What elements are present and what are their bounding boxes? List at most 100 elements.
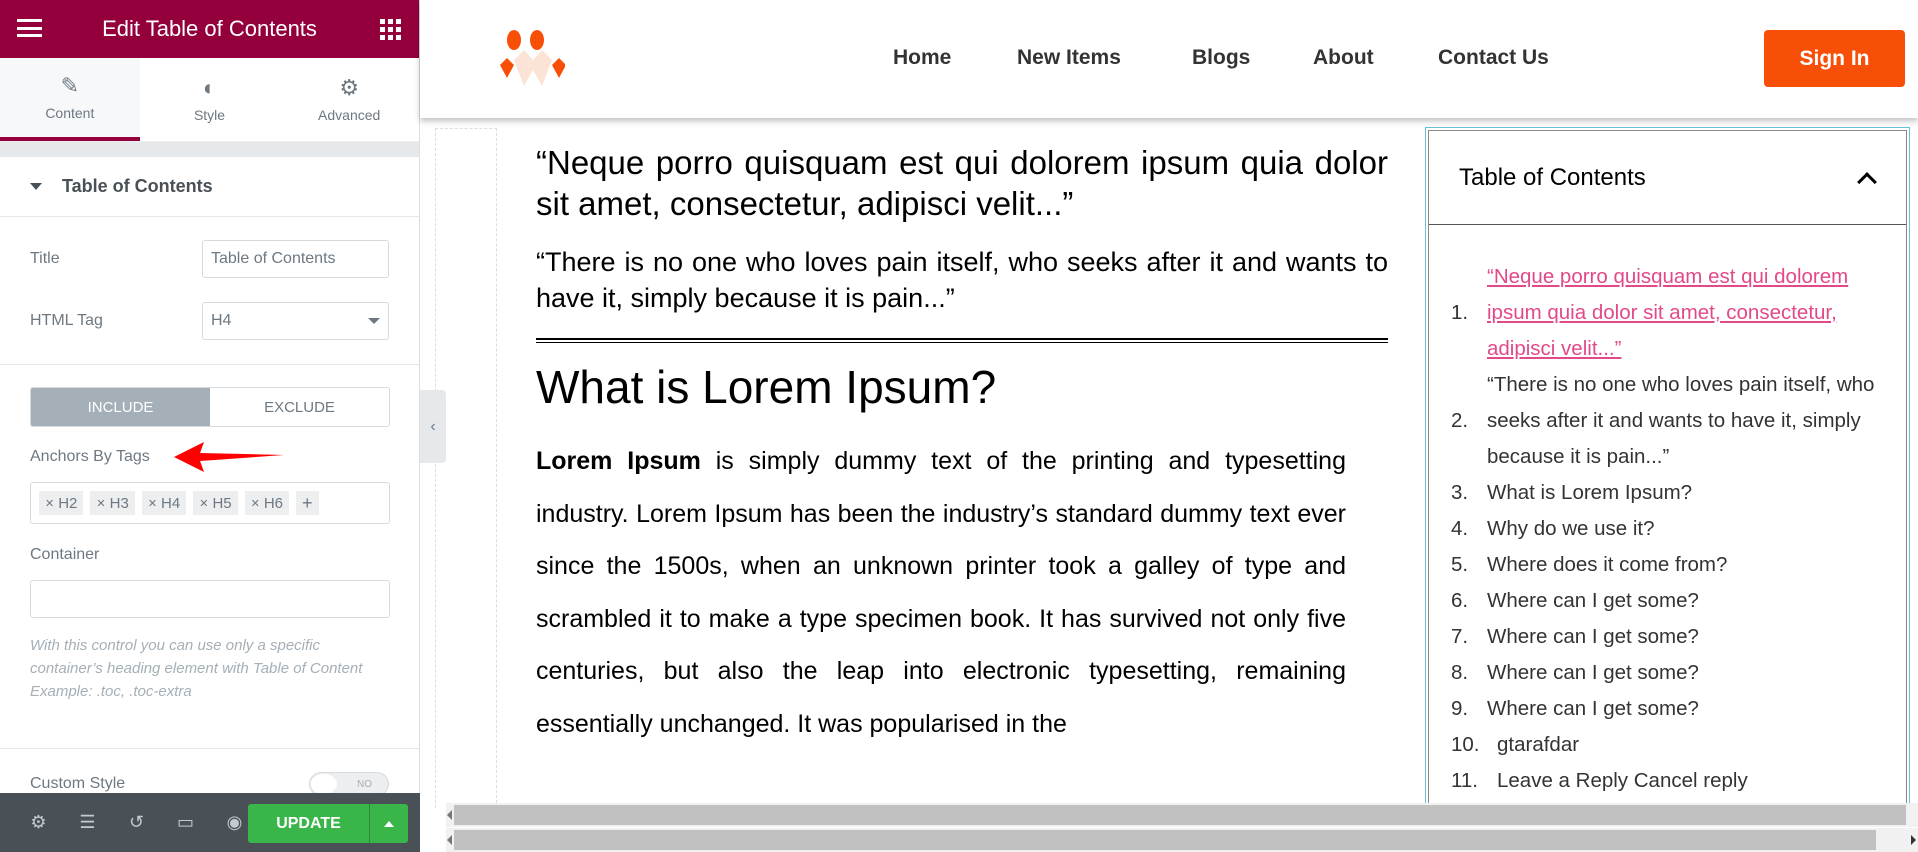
quote-subheading: “There is no one who loves pain itself, … — [536, 247, 1388, 313]
toc-item-number: 8. — [1451, 661, 1469, 684]
column-outline — [435, 128, 497, 808]
exclude-button[interactable]: EXCLUDE — [210, 388, 389, 426]
bold-term: Lorem Ipsum — [536, 447, 701, 475]
remove-icon[interactable]: ✕ — [45, 497, 54, 510]
tag-chip[interactable]: ✕ H5 — [193, 491, 238, 515]
toc-item[interactable]: 4. Why do we use it? — [1451, 511, 1906, 547]
panel-title: Edit Table of Contents — [102, 16, 317, 41]
toc-item[interactable]: 8. Where can I get some? — [1451, 655, 1906, 691]
toc-item[interactable]: 5. Where does it come from? — [1451, 547, 1906, 583]
chevron-left-icon: ‹ — [430, 417, 436, 435]
tag-chip[interactable]: ✕ H2 — [39, 491, 84, 515]
tab-label: Style — [193, 106, 226, 123]
site-header: Home New Items Blogs About Contact Us Si… — [420, 0, 1918, 118]
toc-item[interactable]: 3. What is Lorem Ipsum? — [1451, 475, 1906, 511]
settings-icon[interactable]: ⚙ — [14, 812, 63, 833]
remove-icon[interactable]: ✕ — [96, 497, 105, 510]
history-icon[interactable]: ↺ — [112, 812, 161, 833]
toc-item-link[interactable]: Leave a Reply Cancel reply — [1497, 763, 1897, 799]
quote-heading: “Neque porro quisquam est qui dolorem ip… — [536, 144, 1388, 222]
tag-chip[interactable]: ✕ H6 — [244, 491, 290, 515]
include-button[interactable]: INCLUDE — [31, 388, 210, 426]
tag-label: H2 — [58, 494, 78, 512]
section-title: Table of Contents — [62, 176, 213, 196]
tab-advanced[interactable]: ⚙ Advanced — [279, 58, 419, 141]
container-input[interactable] — [30, 580, 390, 618]
anchor-tags-input[interactable]: ✕ H2 ✕ H3 ✕ H4 ✕ H5 ✕ H6 + — [30, 482, 390, 524]
article-paragraph: Lorem Ipsum is simply dummy text of the … — [536, 435, 1346, 750]
contrast-icon: ◐ — [202, 74, 217, 100]
toc-item-number: 1. — [1451, 301, 1469, 324]
paragraph-text: is simply dummy text of the printing and… — [536, 447, 1346, 738]
toc-item[interactable]: 6. Where can I get some? — [1451, 583, 1906, 619]
toc-item-link[interactable]: Where can I get some? — [1487, 655, 1887, 691]
toc-item[interactable]: 11. Leave a Reply Cancel reply — [1451, 763, 1906, 799]
update-button[interactable]: UPDATE — [248, 804, 370, 843]
tab-content[interactable]: ✎ Content — [0, 58, 140, 141]
horizontal-scrollbar-outer[interactable] — [446, 828, 1918, 852]
toc-item-number: 7. — [1451, 625, 1469, 648]
toc-item[interactable]: 9. Where can I get some? — [1451, 691, 1906, 727]
toc-header[interactable]: Table of Contents — [1429, 131, 1906, 225]
toc-item-number: 5. — [1451, 553, 1469, 576]
nav-contact-us[interactable]: Contact Us — [1438, 46, 1549, 70]
nav-blogs[interactable]: Blogs — [1192, 46, 1250, 70]
html-tag-select[interactable]: H4 — [202, 302, 389, 340]
toc-title: Table of Contents — [1459, 163, 1646, 191]
widgets-grid-icon[interactable] — [380, 19, 401, 40]
title-input[interactable]: Table of Contents — [202, 240, 389, 278]
caret-up-icon — [384, 820, 394, 827]
toc-item-number: 4. — [1451, 517, 1469, 540]
help-text: With this control you can use only a spe… — [30, 637, 363, 677]
toc-item-link[interactable]: Where can I get some? — [1487, 619, 1887, 655]
remove-icon[interactable]: ✕ — [148, 497, 157, 510]
tag-chip[interactable]: ✕ H3 — [90, 491, 135, 515]
gear-icon: ⚙ — [339, 74, 360, 100]
chevron-up-icon[interactable] — [1857, 171, 1877, 192]
hamburger-menu-icon[interactable] — [17, 19, 42, 37]
remove-icon[interactable]: ✕ — [199, 497, 208, 510]
toggle-state: NO — [357, 778, 372, 790]
toc-item[interactable]: 7. Where can I get some? — [1451, 619, 1906, 655]
responsive-icon[interactable]: ▭ — [161, 812, 210, 833]
toc-item-link[interactable]: Where can I get some? — [1487, 583, 1887, 619]
html-tag-label: HTML Tag — [30, 312, 103, 329]
toc-item-link[interactable]: gtarafdar — [1497, 727, 1897, 763]
tag-label: H6 — [263, 494, 284, 512]
toc-item-link[interactable]: What is Lorem Ipsum? — [1487, 475, 1887, 511]
toc-item[interactable]: 10. gtarafdar — [1451, 727, 1906, 763]
toc-item[interactable]: 2. “There is no one who loves pain itself… — [1451, 367, 1906, 475]
collapse-panel-handle[interactable]: ‹ — [420, 390, 446, 463]
nav-home[interactable]: Home — [893, 46, 951, 70]
title-value: Table of Contents — [211, 250, 336, 267]
nav-new-items[interactable]: New Items — [1017, 46, 1121, 70]
help-example: Example: .toc, .toc-extra — [30, 683, 192, 700]
site-logo[interactable] — [500, 30, 565, 88]
tab-label: Advanced — [318, 106, 381, 123]
html-tag-value: H4 — [211, 312, 232, 329]
remove-icon[interactable]: ✕ — [251, 497, 260, 510]
toc-item-link[interactable]: Why do we use it? — [1487, 511, 1887, 547]
toc-item[interactable]: 1. “Neque porro quisquam est qui dolorem … — [1451, 259, 1906, 367]
update-options-button[interactable] — [370, 804, 408, 843]
horizontal-scrollbar[interactable] — [446, 803, 1918, 827]
tag-chip[interactable]: ✕ H4 — [141, 491, 187, 515]
layers-icon[interactable]: ☰ — [63, 812, 112, 833]
nav-about[interactable]: About — [1313, 46, 1374, 70]
page-canvas: ‹ “Neque porro quisquam est qui dolorem … — [420, 118, 1918, 817]
toc-item-link[interactable]: “There is no one who loves pain itself, … — [1487, 367, 1887, 475]
tag-label: H5 — [212, 494, 232, 512]
editor-panel: Edit Table of Contents ✎ Content ◐ Style ⚙… — [0, 0, 420, 852]
tab-style[interactable]: ◐ Style — [140, 58, 280, 141]
article: “Neque porro quisquam est qui dolorem ip… — [536, 142, 1388, 750]
toc-item-link[interactable]: Where can I get some? — [1487, 691, 1887, 727]
toc-item-link[interactable]: “Neque porro quisquam est qui dolorem ip… — [1487, 259, 1887, 367]
table-of-contents-widget: Table of Contents 1. “Neque porro quisqua… — [1425, 127, 1910, 817]
title-label: Title — [30, 250, 60, 267]
toc-item-number: 10. — [1451, 733, 1480, 756]
toc-item-link[interactable]: Where does it come from? — [1487, 547, 1887, 583]
section-toggle[interactable]: Table of Contents — [0, 157, 419, 217]
sign-in-button[interactable]: Sign In — [1764, 30, 1905, 87]
add-tag-icon[interactable]: + — [296, 491, 319, 515]
divider — [536, 338, 1388, 343]
